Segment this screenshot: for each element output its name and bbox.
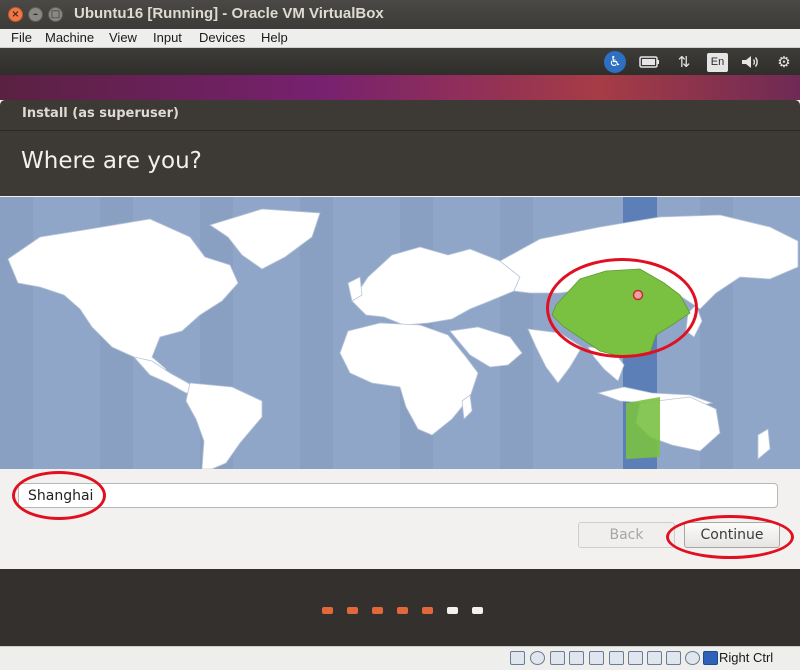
host-key-arrow-icon [703, 651, 718, 665]
selected-region-australia [626, 397, 660, 459]
location-pin-icon [632, 289, 644, 301]
video-capture-icon[interactable] [647, 651, 662, 665]
progress-dot [422, 607, 433, 614]
menu-view[interactable]: View [109, 29, 137, 46]
shared-folders-icon[interactable] [609, 651, 624, 665]
progress-dot [322, 607, 333, 614]
volume-icon[interactable] [739, 51, 761, 73]
audio-icon[interactable] [550, 651, 565, 665]
timezone-map[interactable] [0, 197, 800, 470]
host-key-label: Right Ctrl [719, 650, 774, 665]
hard-disk-icon[interactable] [510, 651, 525, 665]
progress-dot [472, 607, 483, 614]
accessibility-icon[interactable]: ♿ [604, 51, 626, 73]
installer-header: Install (as superuser) Where are you? [0, 100, 800, 196]
page-heading: Where are you? [21, 148, 202, 174]
network-adapter-icon[interactable] [569, 651, 584, 665]
progress-dot [447, 607, 458, 614]
minimize-window-button[interactable]: – [28, 7, 43, 22]
window-titlebar: × – □ Ubuntu16 [Running] - Oracle VM Vir… [0, 0, 800, 29]
keyboard-language-icon[interactable]: En [707, 53, 728, 72]
battery-icon[interactable] [639, 51, 661, 73]
guest-top-panel: ♿ ⇅ En ⚙ [0, 48, 800, 75]
install-progress-strip [0, 569, 800, 646]
header-divider [0, 130, 800, 131]
installer-window: Install (as superuser) Where are you? Sh… [0, 100, 800, 569]
progress-dot [347, 607, 358, 614]
menu-machine[interactable]: Machine [45, 29, 94, 46]
virtualization-icon[interactable] [666, 651, 681, 665]
back-button[interactable]: Back [578, 522, 675, 548]
display-icon[interactable] [628, 651, 643, 665]
settings-gear-icon[interactable]: ⚙ [773, 51, 795, 73]
vm-status-bar: Right Ctrl [0, 646, 800, 670]
menu-help[interactable]: Help [261, 29, 288, 46]
progress-dot [397, 607, 408, 614]
menu-devices[interactable]: Devices [199, 29, 245, 46]
progress-dot [372, 607, 383, 614]
usb-icon[interactable] [589, 651, 604, 665]
continue-button[interactable]: Continue [684, 522, 780, 548]
desktop-background [0, 75, 800, 100]
window-title: Ubuntu16 [Running] - Oracle VM VirtualBo… [74, 5, 384, 22]
world-map-graphic [0, 197, 799, 470]
optical-drive-icon[interactable] [530, 651, 545, 665]
close-window-button[interactable]: × [8, 7, 23, 22]
menu-bar: File Machine View Input Devices Help [0, 29, 800, 48]
maximize-window-button[interactable]: □ [48, 7, 63, 22]
location-input[interactable] [18, 483, 778, 508]
mouse-integration-icon[interactable] [685, 651, 700, 665]
menu-input[interactable]: Input [153, 29, 182, 46]
menu-file[interactable]: File [11, 29, 32, 46]
network-icon[interactable]: ⇅ [673, 51, 695, 73]
installer-window-title: Install (as superuser) [22, 106, 179, 121]
